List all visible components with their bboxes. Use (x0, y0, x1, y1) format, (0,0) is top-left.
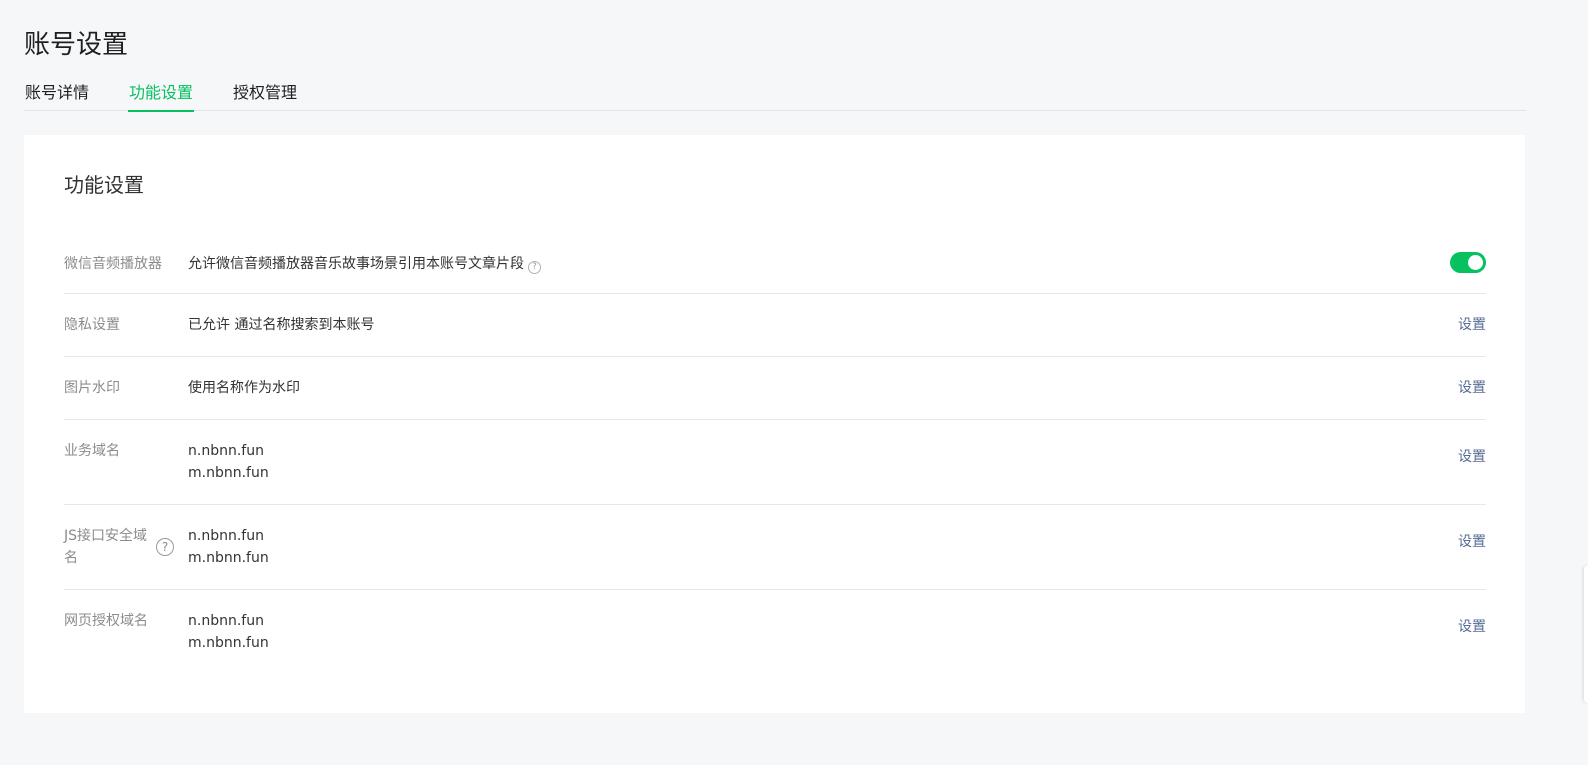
business-domain-settings-link[interactable]: 设置 (1458, 446, 1486, 468)
settings-row-web-auth-domain: 网页授权域名 n.nbnn.fun m.nbnn.fun 设置 (64, 590, 1486, 675)
card-title: 功能设置 (64, 173, 144, 197)
row-label: 隐私设置 (64, 317, 120, 333)
privacy-settings-link[interactable]: 设置 (1458, 314, 1486, 336)
row-value: n.nbnn.fun m.nbnn.fun (188, 610, 269, 654)
row-label: 业务域名 (64, 443, 120, 459)
row-value: 使用名称作为水印 (188, 380, 300, 396)
watermark-settings-link[interactable]: 设置 (1458, 377, 1486, 399)
row-value: 已允许 通过名称搜索到本账号 (188, 317, 375, 333)
question-circle-icon[interactable]: ? (156, 538, 174, 556)
web-auth-domain-settings-link[interactable]: 设置 (1458, 616, 1486, 638)
domain-value: m.nbnn.fun (188, 550, 269, 566)
toggle-knob (1468, 255, 1483, 270)
settings-row-privacy: 隐私设置 已允许 通过名称搜索到本账号 设置 (64, 294, 1486, 357)
row-label: 微信音频播放器 (64, 256, 162, 272)
settings-row-business-domain: 业务域名 n.nbnn.fun m.nbnn.fun 设置 (64, 420, 1486, 505)
account-settings-page: 账号设置 账号详情 功能设置 授权管理 功能设置 微信音频播放器 允许微信音频播… (0, 0, 1588, 765)
audio-player-toggle[interactable] (1450, 252, 1486, 273)
domain-value: n.nbnn.fun (188, 528, 264, 544)
row-label: JS接口安全域名 (64, 528, 148, 566)
settings-tabs: 账号详情 功能设置 授权管理 (24, 80, 1526, 112)
domain-value: n.nbnn.fun (188, 613, 264, 629)
tab-account-details[interactable]: 账号详情 (24, 80, 90, 111)
floating-side-panel-edge[interactable] (1584, 566, 1588, 702)
row-value: n.nbnn.fun m.nbnn.fun (188, 525, 269, 569)
settings-row-audio-player: 微信音频播放器 允许微信音频播放器音乐故事场景引用本账号文章片段? (64, 237, 1486, 294)
row-value: n.nbnn.fun m.nbnn.fun (188, 440, 269, 484)
domain-value: m.nbnn.fun (188, 465, 269, 481)
settings-row-js-safe-domain: JS接口安全域名 ? n.nbnn.fun m.nbnn.fun 设置 (64, 505, 1486, 590)
page-title: 账号设置 (24, 30, 129, 60)
row-label: 图片水印 (64, 380, 120, 396)
row-label: 网页授权域名 (64, 613, 148, 629)
settings-row-watermark: 图片水印 使用名称作为水印 设置 (64, 357, 1486, 420)
tab-authorization-management[interactable]: 授权管理 (232, 80, 298, 111)
domain-value: n.nbnn.fun (188, 443, 264, 459)
question-circle-icon[interactable]: ? (528, 261, 541, 274)
domain-value: m.nbnn.fun (188, 635, 269, 651)
tab-feature-settings[interactable]: 功能设置 (128, 80, 195, 112)
row-value-text: 允许微信音频播放器音乐故事场景引用本账号文章片段 (188, 256, 524, 272)
row-value: 允许微信音频播放器音乐故事场景引用本账号文章片段? (188, 253, 541, 275)
js-safe-domain-settings-link[interactable]: 设置 (1458, 531, 1486, 553)
feature-settings-card: 功能设置 微信音频播放器 允许微信音频播放器音乐故事场景引用本账号文章片段? 隐… (24, 135, 1525, 713)
settings-list: 微信音频播放器 允许微信音频播放器音乐故事场景引用本账号文章片段? 隐私设置 已… (64, 237, 1486, 675)
